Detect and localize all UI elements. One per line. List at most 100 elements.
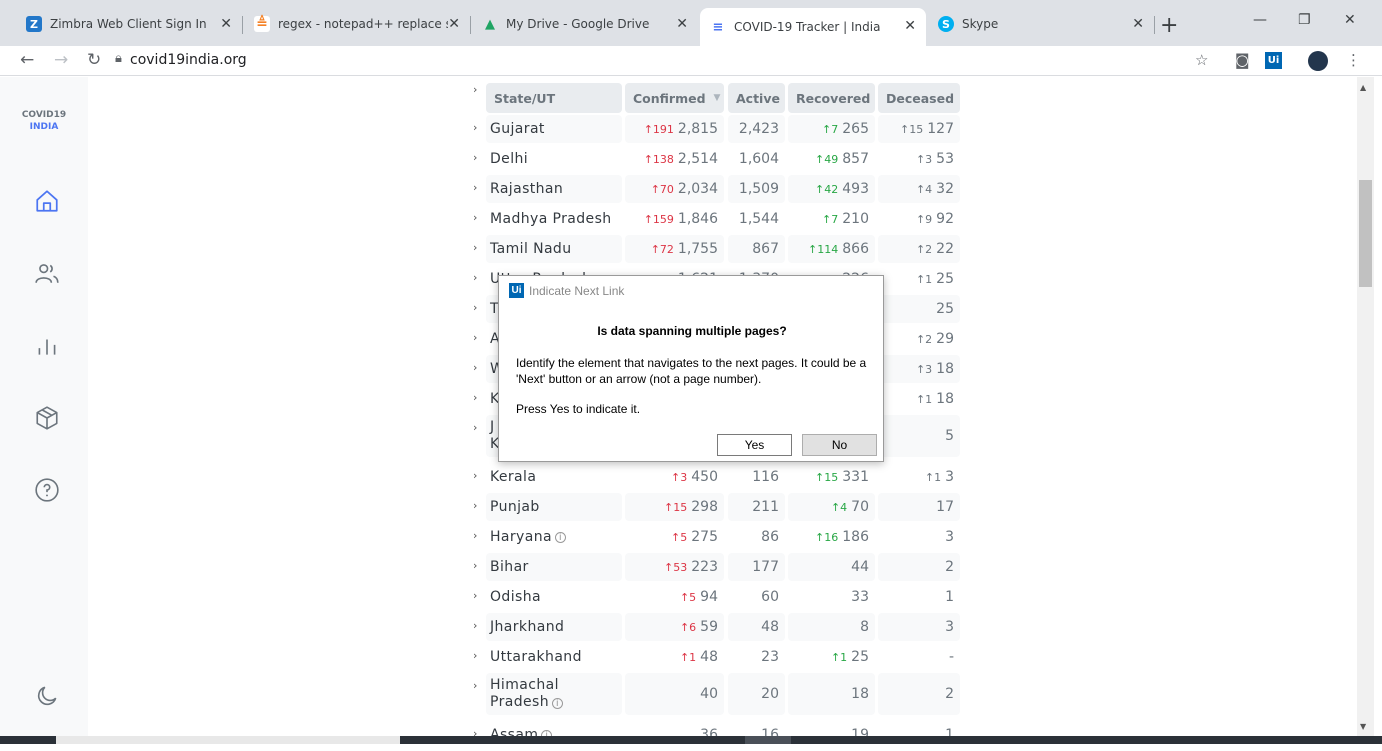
camera-icon[interactable]: ◙ — [1235, 51, 1250, 69]
chevron-right-icon[interactable]: › — [473, 649, 477, 662]
info-icon[interactable]: i — [552, 698, 563, 709]
deceased-value: 18 — [936, 361, 954, 377]
bar-chart-icon[interactable] — [34, 333, 60, 359]
tab-skype[interactable]: S Skype ✕ — [928, 8, 1155, 40]
header-active[interactable]: Active — [728, 83, 785, 113]
horizontal-scrollbar[interactable] — [56, 736, 400, 744]
deceased-cell: 2 — [878, 673, 960, 715]
active-value: 211 — [752, 499, 779, 515]
minimize-icon[interactable]: — — [1253, 12, 1267, 28]
deceased-value: 92 — [936, 211, 954, 227]
chevron-right-icon[interactable]: › — [473, 331, 477, 344]
info-icon[interactable]: i — [554, 531, 566, 543]
menu-kebab-icon[interactable]: ⋮ — [1346, 51, 1361, 69]
chevron-right-icon[interactable]: › — [473, 679, 477, 692]
help-icon[interactable] — [34, 477, 60, 503]
recovered-cell: 19 — [788, 721, 875, 749]
dark-mode-moon-icon[interactable] — [34, 683, 60, 709]
active-value: 1,509 — [738, 181, 779, 197]
chevron-right-icon[interactable]: › — [473, 421, 477, 434]
chevron-right-icon[interactable]: › — [473, 181, 477, 194]
chevron-right-icon[interactable]: › — [473, 469, 477, 482]
table-row[interactable]: › Delhi ↑138 2,514 1,604 ↑49 857 ↑3 53 — [470, 145, 960, 175]
tab-regex[interactable]: ≜ regex - notepad++ replace spa ✕ — [244, 8, 471, 40]
tab-google-drive[interactable]: ▲ My Drive - Google Drive ✕ — [472, 8, 698, 40]
chevron-right-icon[interactable]: › — [473, 529, 477, 542]
recovered-value: 866 — [842, 241, 869, 257]
state-name: Madhya Pradesh — [490, 211, 612, 227]
chevron-right-icon: › — [473, 83, 478, 96]
deceased-delta: ↑15 — [900, 122, 924, 136]
confirmed-value: 94 — [700, 589, 718, 605]
close-tab-icon[interactable]: ✕ — [904, 18, 916, 34]
back-icon[interactable]: ← — [20, 50, 34, 70]
no-button[interactable]: No — [802, 434, 877, 456]
close-tab-icon[interactable]: ✕ — [448, 16, 460, 32]
confirmed-delta: ↑6 — [679, 620, 697, 634]
close-tab-icon[interactable]: ✕ — [676, 16, 688, 32]
state-cell: Odisha — [486, 583, 622, 611]
home-icon[interactable] — [34, 188, 60, 214]
yes-button[interactable]: Yes — [717, 434, 792, 456]
table-row[interactable]: › Gujarat ↑191 2,815 2,423 ↑7 265 ↑15 127 — [470, 115, 960, 145]
deceased-cell: 25 — [878, 295, 960, 323]
chevron-right-icon[interactable]: › — [473, 559, 477, 572]
chevron-right-icon[interactable]: › — [473, 121, 477, 134]
recovered-cell: ↑4 70 — [788, 493, 875, 521]
chevron-right-icon[interactable]: › — [473, 589, 477, 602]
close-tab-icon[interactable]: ✕ — [220, 16, 232, 32]
chevron-right-icon[interactable]: › — [473, 619, 477, 632]
restore-icon[interactable]: ❐ — [1298, 12, 1311, 28]
users-icon[interactable] — [34, 260, 60, 286]
confirmed-cell: ↑138 2,514 — [625, 145, 724, 173]
active-cell: 1,604 — [728, 145, 785, 173]
table-row[interactable]: › Punjab ↑15 298 211 ↑4 70 17 — [470, 493, 960, 523]
table-row[interactable]: › Rajasthan ↑70 2,034 1,509 ↑42 493 ↑4 32 — [470, 175, 960, 205]
taskbar-item[interactable] — [745, 736, 791, 744]
table-row[interactable]: › Odisha ↑5 94 60 33 1 — [470, 583, 960, 613]
table-row[interactable]: › Kerala ↑3 450 116 ↑15 331 ↑1 3 — [470, 463, 960, 493]
chevron-right-icon[interactable]: › — [473, 211, 477, 224]
table-row[interactable]: › Bihar ↑53 223 177 44 2 — [470, 553, 960, 583]
package-icon[interactable] — [34, 405, 60, 431]
new-tab-icon[interactable]: + — [1160, 13, 1178, 38]
chevron-right-icon[interactable]: › — [473, 241, 477, 254]
reload-icon[interactable]: ↻ — [87, 50, 101, 70]
table-row[interactable]: › Madhya Pradesh ↑159 1,846 1,544 ↑7 210 ↑9 92 — [470, 205, 960, 235]
brand-line2: INDIA — [29, 122, 59, 132]
chevron-right-icon[interactable]: › — [473, 361, 477, 374]
scroll-thumb[interactable] — [1359, 180, 1372, 287]
scroll-up-icon[interactable]: ▲ — [1360, 83, 1366, 92]
avatar[interactable] — [1308, 51, 1328, 71]
tab-zimbra[interactable]: Z Zimbra Web Client Sign In ✕ — [16, 8, 243, 40]
scroll-down-icon[interactable]: ▼ — [1360, 722, 1366, 731]
confirmed-cell: 40 — [625, 673, 724, 715]
chevron-right-icon[interactable]: › — [473, 301, 477, 314]
table-row[interactable]: › Jharkhand ↑6 59 48 8 3 — [470, 613, 960, 643]
state-name: Punjab — [490, 499, 540, 515]
vertical-scrollbar[interactable]: ▲ ▼ — [1357, 77, 1374, 737]
table-row[interactable]: › Tamil Nadu ↑72 1,755 867 ↑114 866 ↑2 22 — [470, 235, 960, 265]
tab-covid-tracker[interactable]: ≡ COVID-19 Tracker | India ✕ — [700, 8, 926, 46]
table-row[interactable]: › Haryana i ↑5 275 86 ↑16 186 3 — [470, 523, 960, 553]
close-tab-icon[interactable]: ✕ — [1132, 16, 1144, 32]
header-deceased[interactable]: Deceased — [878, 83, 960, 113]
chevron-right-icon[interactable]: › — [473, 151, 477, 164]
address-bar[interactable]: covid19india.org — [130, 52, 247, 68]
uipath-extension-icon[interactable]: Ui — [1265, 52, 1282, 69]
chevron-right-icon[interactable]: › — [473, 391, 477, 404]
deceased-value: 17 — [936, 499, 954, 515]
chevron-right-icon[interactable]: › — [473, 499, 477, 512]
table-row[interactable]: › Uttarakhand ↑1 48 23 ↑1 25- — [470, 643, 960, 673]
recovered-delta: ↑7 — [822, 212, 839, 226]
table-row[interactable]: › Himachal Pradesh i 40 20 18 2 — [470, 673, 960, 717]
bookmark-star-icon[interactable]: ☆ — [1195, 51, 1208, 69]
forward-icon[interactable]: → — [54, 50, 68, 70]
header-confirmed[interactable]: Confirmed ▼ — [625, 83, 724, 113]
header-recovered[interactable]: Recovered — [788, 83, 875, 113]
chevron-right-icon[interactable]: › — [473, 271, 477, 284]
active-cell: 2,423 — [728, 115, 785, 143]
header-state[interactable]: State/UT — [486, 83, 622, 113]
window-close-icon[interactable]: ✕ — [1344, 12, 1356, 28]
deceased-cell: 3 — [878, 613, 960, 641]
